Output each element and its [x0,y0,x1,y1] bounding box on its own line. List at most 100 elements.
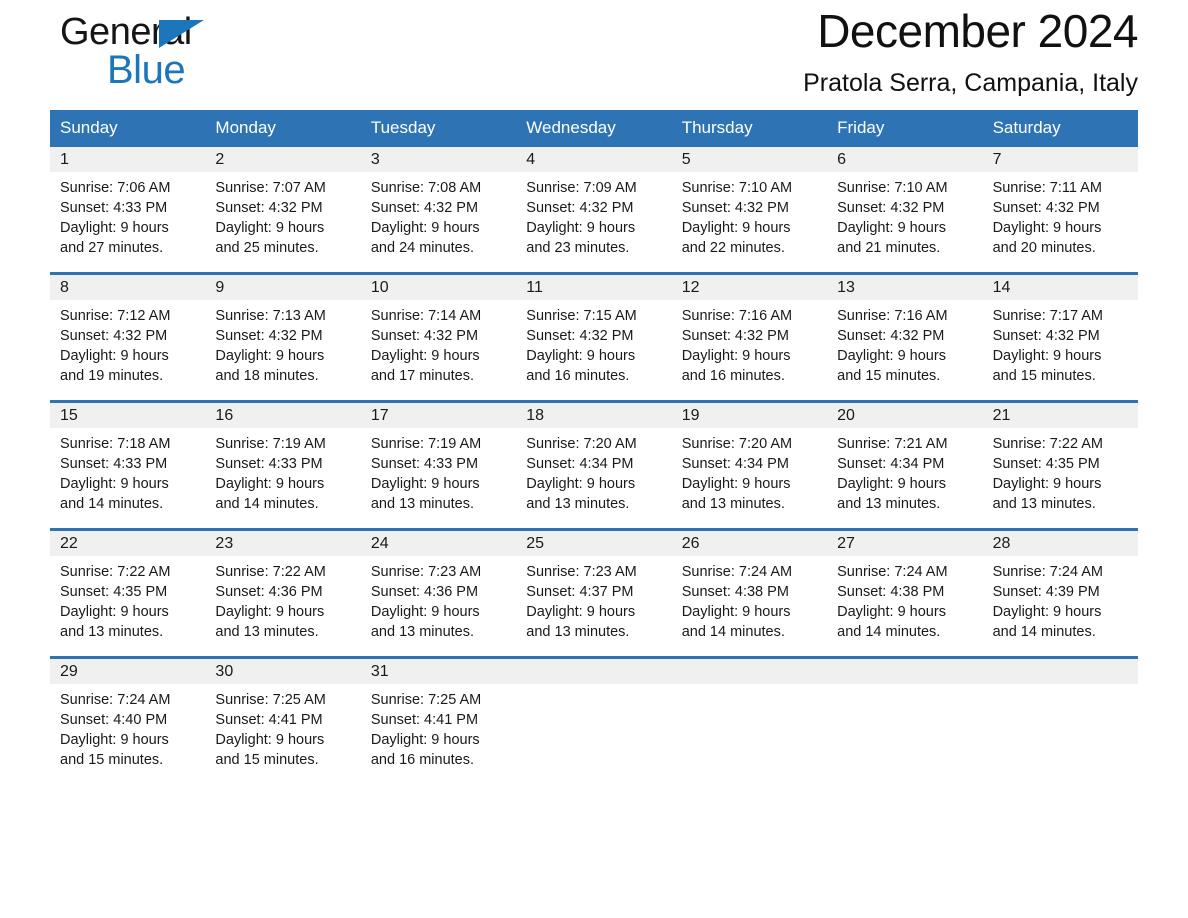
day-cell[interactable]: 6 Sunrise: 7:10 AM Sunset: 4:32 PM Daylight… [827,147,983,265]
day-number-band: 25 [516,531,672,556]
day-cell[interactable]: 3 Sunrise: 7:08 AM Sunset: 4:32 PM Daylight… [360,147,517,265]
day-number-band: 11 [516,275,672,300]
daylight-text-line2: and 13 minutes. [370,496,475,512]
day-number: 31 [370,663,389,680]
daylight-text-line1: Daylight: 9 hours [992,220,1102,236]
day-number: 14 [992,279,1011,296]
day-cell[interactable]: 12 Sunrise: 7:16 AM Sunset: 4:32 PM Dayligh… [671,275,828,393]
day-info: Sunrise: 7:23 AM Sunset: 4:36 PM Daylight:… [361,556,516,642]
sunrise-text: Sunrise: 7:14 AM [370,308,482,324]
calendar-week-row: 15 Sunrise: 7:18 AM Sunset: 4:33 PM Dayligh… [50,400,1138,521]
day-number-band: 14 [982,275,1138,300]
day-cell[interactable]: 9 Sunrise: 7:13 AM Sunset: 4:32 PM Daylight… [205,275,361,393]
day-cell[interactable]: 29 Sunrise: 7:24 AM Sunset: 4:40 PM Dayligh… [50,659,206,777]
sunset-text: Sunset: 4:32 PM [837,328,945,344]
sunrise-text: Sunrise: 7:09 AM [526,180,637,196]
day-cell[interactable]: 8 Sunrise: 7:12 AM Sunset: 4:32 PM Daylight… [50,275,206,393]
day-cell[interactable]: 27 Sunrise: 7:24 AM Sunset: 4:38 PM Dayligh… [827,531,983,649]
sunset-text: Sunset: 4:32 PM [370,328,479,344]
day-number: 28 [992,535,1011,552]
day-cell[interactable]: 17 Sunrise: 7:19 AM Sunset: 4:33 PM Dayligh… [360,403,517,521]
sunset-text: Sunset: 4:36 PM [215,584,323,600]
day-cell[interactable]: 11 Sunrise: 7:15 AM Sunset: 4:32 PM Dayligh… [516,275,672,393]
day-info: Sunrise: 7:08 AM Sunset: 4:32 PM Daylight:… [361,172,516,258]
week-grid: 22 Sunrise: 7:22 AM Sunset: 4:35 PM Dayligh… [50,531,1138,649]
calendar-week-row: 1 Sunrise: 7:06 AM Sunset: 4:33 PM Daylight… [50,147,1138,265]
day-number-band: 10 [360,275,517,300]
sunset-text: Sunset: 4:38 PM [837,584,945,600]
day-info: Sunrise: 7:16 AM Sunset: 4:32 PM Daylight:… [827,300,982,386]
day-cell[interactable]: 15 Sunrise: 7:18 AM Sunset: 4:33 PM Dayligh… [50,403,206,521]
daylight-text-line1: Daylight: 9 hours [215,604,325,620]
day-number: 22 [60,535,78,552]
generalblue-logo[interactable]: General Blue [60,12,320,98]
day-number: 26 [681,535,700,552]
day-info: Sunrise: 7:22 AM Sunset: 4:36 PM Daylight:… [205,556,360,642]
day-cell[interactable]: 26 Sunrise: 7:24 AM Sunset: 4:38 PM Dayligh… [671,531,828,649]
sunset-text: Sunset: 4:40 PM [60,712,168,728]
day-cell[interactable]: 24 Sunrise: 7:23 AM Sunset: 4:36 PM Dayligh… [360,531,517,649]
day-cell[interactable]: 23 Sunrise: 7:22 AM Sunset: 4:36 PM Dayligh… [205,531,361,649]
day-number-band: 27 [827,531,983,556]
daylight-text-line2: and 13 minutes. [215,624,319,640]
day-cell[interactable]: 20 Sunrise: 7:21 AM Sunset: 4:34 PM Dayligh… [827,403,983,521]
day-info: Sunrise: 7:22 AM Sunset: 4:35 PM Daylight:… [50,556,205,642]
day-number: 25 [526,535,545,552]
day-number: 27 [837,535,855,552]
daylight-text-line1: Daylight: 9 hours [60,476,169,492]
sunset-text: Sunset: 4:32 PM [837,200,945,216]
day-number-band: 23 [205,531,361,556]
day-cell[interactable]: 18 Sunrise: 7:20 AM Sunset: 4:34 PM Dayligh… [516,403,672,521]
day-cell[interactable]: 5 Sunrise: 7:10 AM Sunset: 4:32 PM Daylight… [671,147,828,265]
sunset-text: Sunset: 4:33 PM [215,456,323,472]
day-number: 15 [60,407,78,424]
day-cell[interactable]: 4 Sunrise: 7:09 AM Sunset: 4:32 PM Daylight… [516,147,672,265]
page-header: General Blue December 2024 Pratola Serra… [50,0,1139,110]
day-number: 8 [60,279,69,296]
day-cell-empty [827,659,983,777]
day-cell[interactable]: 25 Sunrise: 7:23 AM Sunset: 4:37 PM Dayligh… [516,531,672,649]
daylight-text-line2: and 21 minutes. [837,240,941,256]
day-cell[interactable]: 16 Sunrise: 7:19 AM Sunset: 4:33 PM Dayligh… [205,403,361,521]
day-info: Sunrise: 7:25 AM Sunset: 4:41 PM Daylight:… [205,684,360,770]
day-cell[interactable]: 22 Sunrise: 7:22 AM Sunset: 4:35 PM Dayligh… [50,531,206,649]
day-info: Sunrise: 7:24 AM Sunset: 4:38 PM Daylight:… [672,556,827,642]
daylight-text-line2: and 25 minutes. [215,240,319,256]
day-cell[interactable]: 30 Sunrise: 7:25 AM Sunset: 4:41 PM Dayligh… [205,659,361,777]
day-info: Sunrise: 7:23 AM Sunset: 4:37 PM Daylight:… [516,556,671,642]
daylight-text-line1: Daylight: 9 hours [370,476,480,492]
day-cell[interactable]: 31 Sunrise: 7:25 AM Sunset: 4:41 PM Dayligh… [360,659,517,777]
sunset-text: Sunset: 4:34 PM [526,456,634,472]
sunrise-text: Sunrise: 7:21 AM [837,436,948,452]
day-cell[interactable]: 10 Sunrise: 7:14 AM Sunset: 4:32 PM Dayligh… [360,275,517,393]
daylight-text-line1: Daylight: 9 hours [215,732,325,748]
day-cell[interactable]: 7 Sunrise: 7:11 AM Sunset: 4:32 PM Daylight… [982,147,1138,265]
sunset-text: Sunset: 4:38 PM [681,584,789,600]
daylight-text-line1: Daylight: 9 hours [992,476,1102,492]
sunrise-text: Sunrise: 7:17 AM [992,308,1103,324]
sunrise-text: Sunrise: 7:11 AM [992,180,1102,196]
daylight-text-line1: Daylight: 9 hours [215,220,325,236]
sunrise-text: Sunrise: 7:24 AM [60,692,171,708]
day-cell[interactable]: 19 Sunrise: 7:20 AM Sunset: 4:34 PM Dayligh… [671,403,828,521]
sunrise-text: Sunrise: 7:22 AM [215,564,326,580]
day-number: 6 [837,151,847,168]
day-cell[interactable]: 28 Sunrise: 7:24 AM Sunset: 4:39 PM Dayligh… [982,531,1138,649]
day-cell[interactable]: 1 Sunrise: 7:06 AM Sunset: 4:33 PM Daylight… [50,147,206,265]
day-number: 21 [992,407,1011,424]
day-number-band: 30 [205,659,361,684]
day-info: Sunrise: 7:15 AM Sunset: 4:32 PM Daylight:… [516,300,671,386]
day-number: 10 [370,279,389,296]
daylight-text-line1: Daylight: 9 hours [60,220,169,236]
day-number-band: 17 [360,403,517,428]
day-cell[interactable]: 21 Sunrise: 7:22 AM Sunset: 4:35 PM Dayligh… [982,403,1138,521]
week-grid: 8 Sunrise: 7:12 AM Sunset: 4:32 PM Daylight… [50,275,1138,393]
day-number: 4 [526,151,536,168]
sunset-text: Sunset: 4:32 PM [526,328,634,344]
daylight-text-line1: Daylight: 9 hours [60,604,169,620]
day-cell[interactable]: 13 Sunrise: 7:16 AM Sunset: 4:32 PM Dayligh… [827,275,983,393]
day-number-band [982,659,1138,684]
daylight-text-line1: Daylight: 9 hours [837,220,946,236]
day-cell[interactable]: 2 Sunrise: 7:07 AM Sunset: 4:32 PM Daylight… [205,147,361,265]
day-cell[interactable]: 14 Sunrise: 7:17 AM Sunset: 4:32 PM Dayligh… [982,275,1138,393]
